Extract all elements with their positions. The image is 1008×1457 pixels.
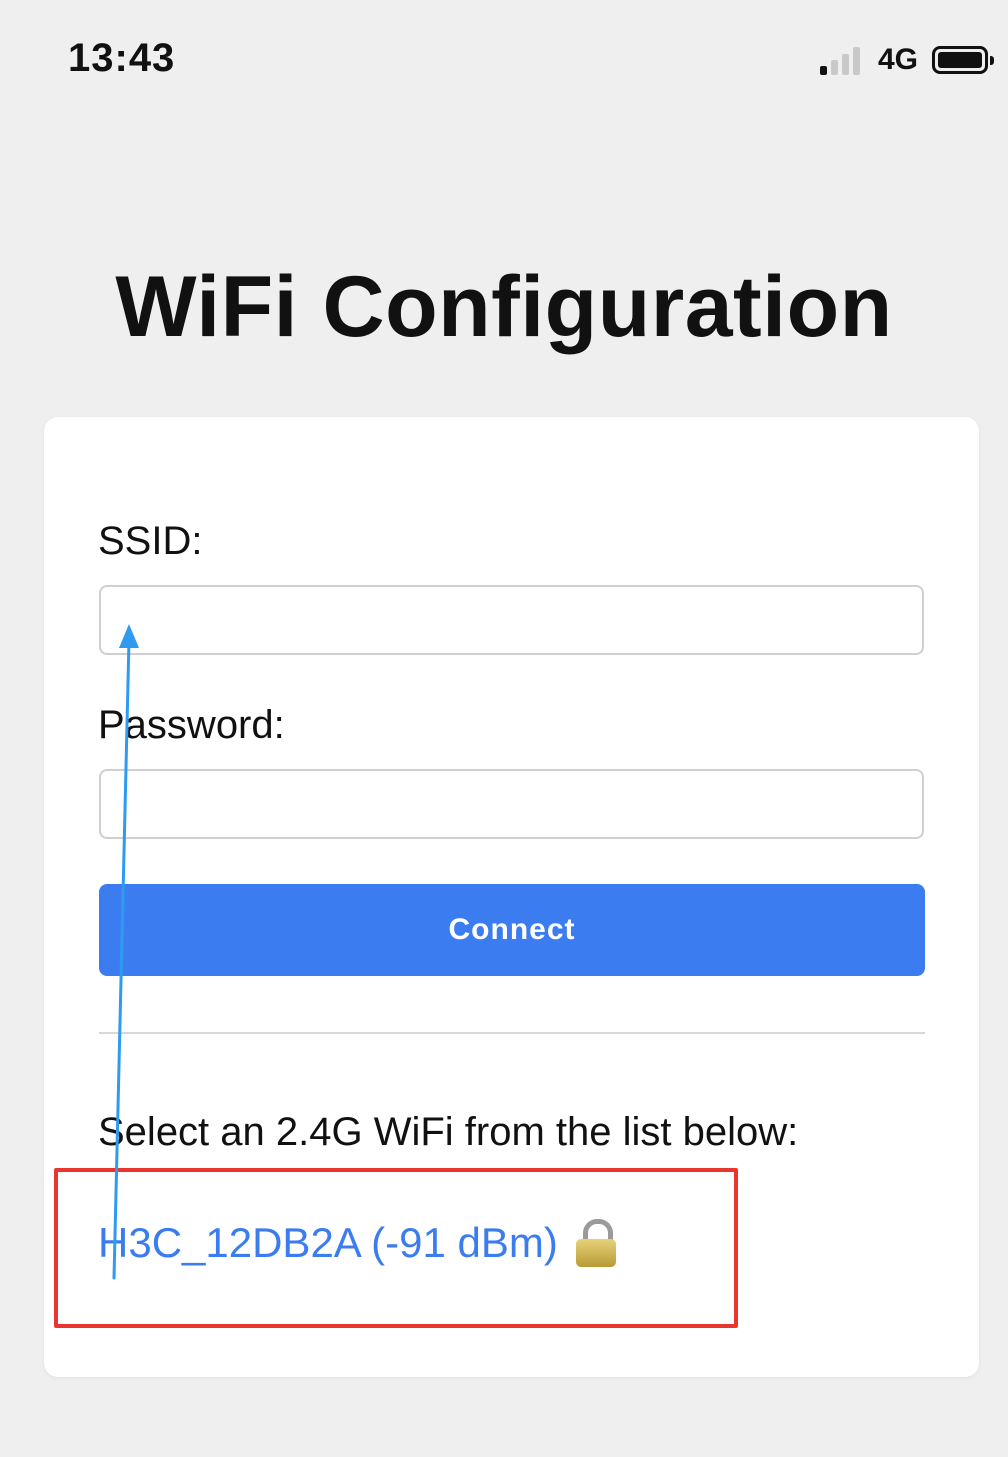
- password-input[interactable]: [99, 769, 924, 839]
- highlight-annotation: [54, 1168, 738, 1328]
- connect-button[interactable]: Connect: [99, 884, 925, 976]
- password-label: Password:: [98, 703, 285, 747]
- status-time: 13:43: [68, 36, 176, 80]
- ssid-label: SSID:: [98, 519, 203, 563]
- divider: [99, 1032, 925, 1034]
- network-list-instruction: Select an 2.4G WiFi from the list below:: [98, 1110, 799, 1154]
- network-type: 4G: [877, 43, 918, 76]
- page-title: WiFi Configuration: [115, 259, 893, 355]
- status-indicators: 4G: [819, 42, 994, 78]
- ssid-input[interactable]: [99, 585, 924, 655]
- status-bar: 13:43 4G: [0, 0, 1008, 120]
- signal-icon: [819, 45, 864, 75]
- battery-icon: [932, 46, 994, 74]
